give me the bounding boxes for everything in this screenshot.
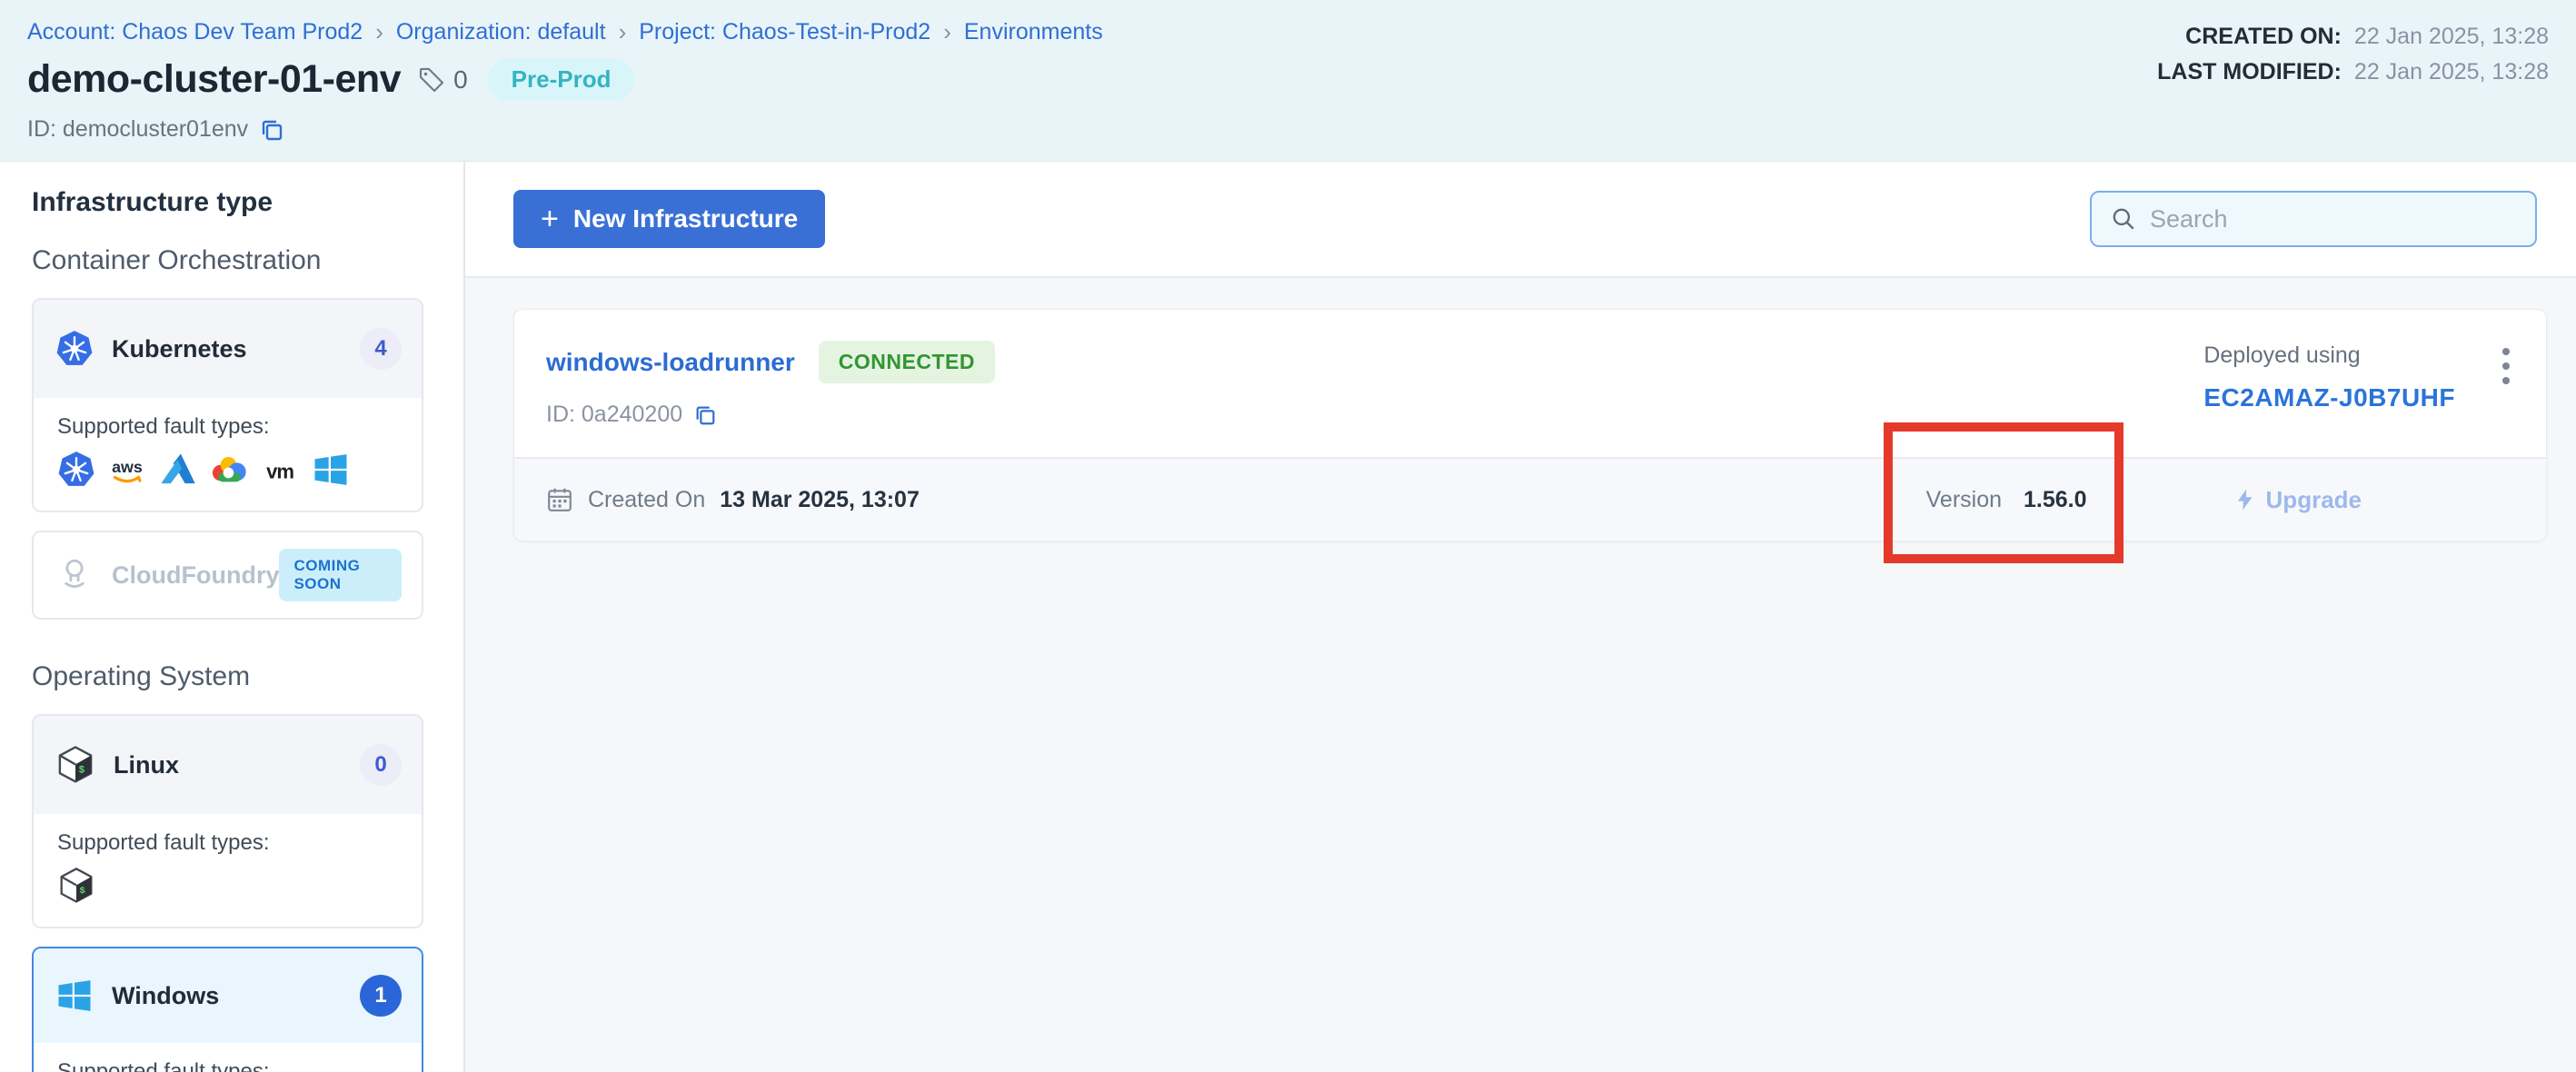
sidebar-heading: Infrastructure type	[32, 187, 463, 218]
environment-type-badge: Pre-Prod	[488, 58, 635, 101]
azure-icon	[159, 451, 197, 489]
aws-icon: aws	[108, 451, 146, 489]
svg-text:vm: vm	[266, 460, 293, 482]
environment-details-page: Account: Chaos Dev Team Prod2 › Organiza…	[0, 0, 2576, 1072]
infrastructure-list: windows-loadrunner CONNECTED ID: 0a24020…	[465, 278, 2576, 541]
page-body: Infrastructure type Container Orchestrat…	[0, 162, 2576, 1072]
linux-icon: $	[55, 745, 95, 785]
infrastructure-id: ID: 0a240200	[546, 402, 682, 428]
calendar-icon	[546, 486, 573, 513]
svg-text:$: $	[79, 766, 85, 777]
kubernetes-card-label: Kubernetes	[112, 335, 247, 363]
infrastructure-card: windows-loadrunner CONNECTED ID: 0a24020…	[513, 309, 2547, 541]
linux-count-badge: 0	[360, 744, 402, 786]
last-modified-value: 22 Jan 2025, 13:28	[2354, 59, 2549, 85]
fault-types-label: Supported fault types:	[57, 414, 400, 440]
infrastructure-card-left: windows-loadrunner CONNECTED ID: 0a24020…	[546, 341, 2203, 433]
created-on-value: 13 Mar 2025, 13:07	[720, 487, 920, 513]
page-header: Account: Chaos Dev Team Prod2 › Organiza…	[0, 0, 2576, 162]
new-infrastructure-label: New Infrastructure	[573, 204, 798, 233]
svg-text:$: $	[80, 886, 85, 897]
search-icon	[2110, 205, 2137, 233]
kubernetes-icon	[57, 451, 95, 489]
page-title: demo-cluster-01-env	[27, 57, 401, 102]
created-on-row: CREATED ON: 22 Jan 2025, 13:28	[2157, 24, 2549, 50]
toolbar: + New Infrastructure	[465, 162, 2576, 278]
cloudfoundry-icon	[55, 556, 94, 594]
kubernetes-icon	[55, 330, 94, 368]
windows-icon	[55, 977, 94, 1015]
breadcrumb-separator: ›	[375, 18, 383, 46]
copy-icon[interactable]	[693, 403, 717, 427]
windows-card-head[interactable]: Windows 1	[34, 948, 422, 1043]
version-value: 1.56.0	[2024, 487, 2087, 513]
linux-card-label: Linux	[114, 751, 179, 779]
breadcrumb-project-link[interactable]: Project: Chaos-Test-in-Prod2	[639, 19, 930, 45]
kubernetes-fault-section: Supported fault types:	[34, 398, 422, 511]
upgrade-label: Upgrade	[2266, 486, 2362, 514]
linux-fault-icons: $	[57, 867, 400, 905]
kubernetes-card-head[interactable]: Kubernetes 4	[34, 300, 422, 398]
breadcrumb-organization-link[interactable]: Organization: default	[396, 19, 606, 45]
infrastructure-type-sidebar: Infrastructure type Container Orchestrat…	[0, 162, 465, 1072]
breadcrumb-separator: ›	[943, 18, 951, 46]
connected-status-badge: CONNECTED	[819, 341, 995, 383]
section-container-orchestration: Container Orchestration	[32, 245, 463, 276]
breadcrumb-separator: ›	[619, 18, 627, 46]
created-on-label: Created On	[588, 487, 705, 513]
kebab-menu-icon[interactable]	[2493, 342, 2519, 390]
coming-soon-badge: COMING SOON	[279, 549, 402, 601]
sidebar-card-windows[interactable]: Windows 1 Supported fault types:	[32, 947, 423, 1072]
tag-icon	[417, 65, 446, 94]
kubernetes-fault-icons: aws	[57, 451, 400, 489]
environment-id-row: ID: democluster01env	[27, 116, 2549, 143]
infrastructure-card-footer: Created On 13 Mar 2025, 13:07 Version 1.…	[514, 457, 2546, 541]
sidebar-card-linux[interactable]: $ Linux 0 Supported fault types:	[32, 714, 423, 928]
sidebar-card-kubernetes[interactable]: Kubernetes 4 Supported fault types:	[32, 298, 423, 512]
main-area: + New Infrastructure	[465, 162, 2576, 1072]
created-on-label: CREATED ON:	[2185, 24, 2342, 50]
windows-fault-section: Supported fault types:	[34, 1043, 422, 1072]
deployed-using-link[interactable]: EC2AMAZ-J0B7UHF	[2203, 383, 2455, 412]
last-modified-row: LAST MODIFIED: 22 Jan 2025, 13:28	[2157, 59, 2549, 85]
breadcrumb-environments-link[interactable]: Environments	[964, 19, 1103, 45]
section-operating-system: Operating System	[32, 661, 463, 692]
environment-id: ID: democluster01env	[27, 116, 248, 143]
plus-icon: +	[541, 203, 559, 234]
infrastructure-card-top: windows-loadrunner CONNECTED ID: 0a24020…	[514, 310, 2546, 457]
tag-count: 0	[453, 65, 468, 94]
svg-text:aws: aws	[112, 458, 143, 476]
fault-types-label: Supported fault types:	[57, 1059, 400, 1072]
gcp-icon	[210, 451, 248, 489]
upgrade-button[interactable]: Upgrade	[2233, 486, 2362, 514]
new-infrastructure-button[interactable]: + New Infrastructure	[513, 190, 825, 248]
linux-fault-section: Supported fault types: $	[34, 814, 422, 927]
vmware-icon: vm	[261, 451, 299, 489]
infrastructure-name-link[interactable]: windows-loadrunner	[546, 348, 795, 377]
last-modified-label: LAST MODIFIED:	[2157, 59, 2342, 85]
lightning-bolt-icon	[2233, 488, 2257, 511]
deployed-using-label: Deployed using	[2203, 342, 2455, 369]
version-label: Version	[1926, 487, 2002, 513]
cloudfoundry-card-label: CloudFoundry	[112, 561, 279, 590]
created-on-value: 22 Jan 2025, 13:28	[2354, 24, 2549, 50]
linux-icon: $	[57, 867, 95, 905]
sidebar-card-cloudfoundry[interactable]: CloudFoundry COMING SOON	[32, 531, 423, 620]
version-group: Version 1.56.0	[1926, 487, 2087, 513]
created-on-group: Created On 13 Mar 2025, 13:07	[546, 486, 1926, 513]
windows-icon	[312, 451, 350, 489]
fault-types-label: Supported fault types:	[57, 830, 400, 856]
kubernetes-count-badge: 4	[360, 328, 402, 370]
header-meta: CREATED ON: 22 Jan 2025, 13:28 LAST MODI…	[2157, 24, 2549, 85]
deployed-using-block: Deployed using EC2AMAZ-J0B7UHF	[2203, 342, 2455, 433]
linux-card-head[interactable]: $ Linux 0	[34, 716, 422, 814]
windows-count-badge: 1	[360, 975, 402, 1017]
tags-indicator: 0	[417, 65, 468, 94]
cloudfoundry-card-head[interactable]: CloudFoundry COMING SOON	[34, 532, 422, 618]
search-box[interactable]	[2090, 191, 2537, 247]
search-input[interactable]	[2150, 205, 2517, 233]
windows-card-label: Windows	[112, 982, 219, 1010]
copy-icon[interactable]	[259, 117, 284, 143]
breadcrumb-account-link[interactable]: Account: Chaos Dev Team Prod2	[27, 19, 363, 45]
